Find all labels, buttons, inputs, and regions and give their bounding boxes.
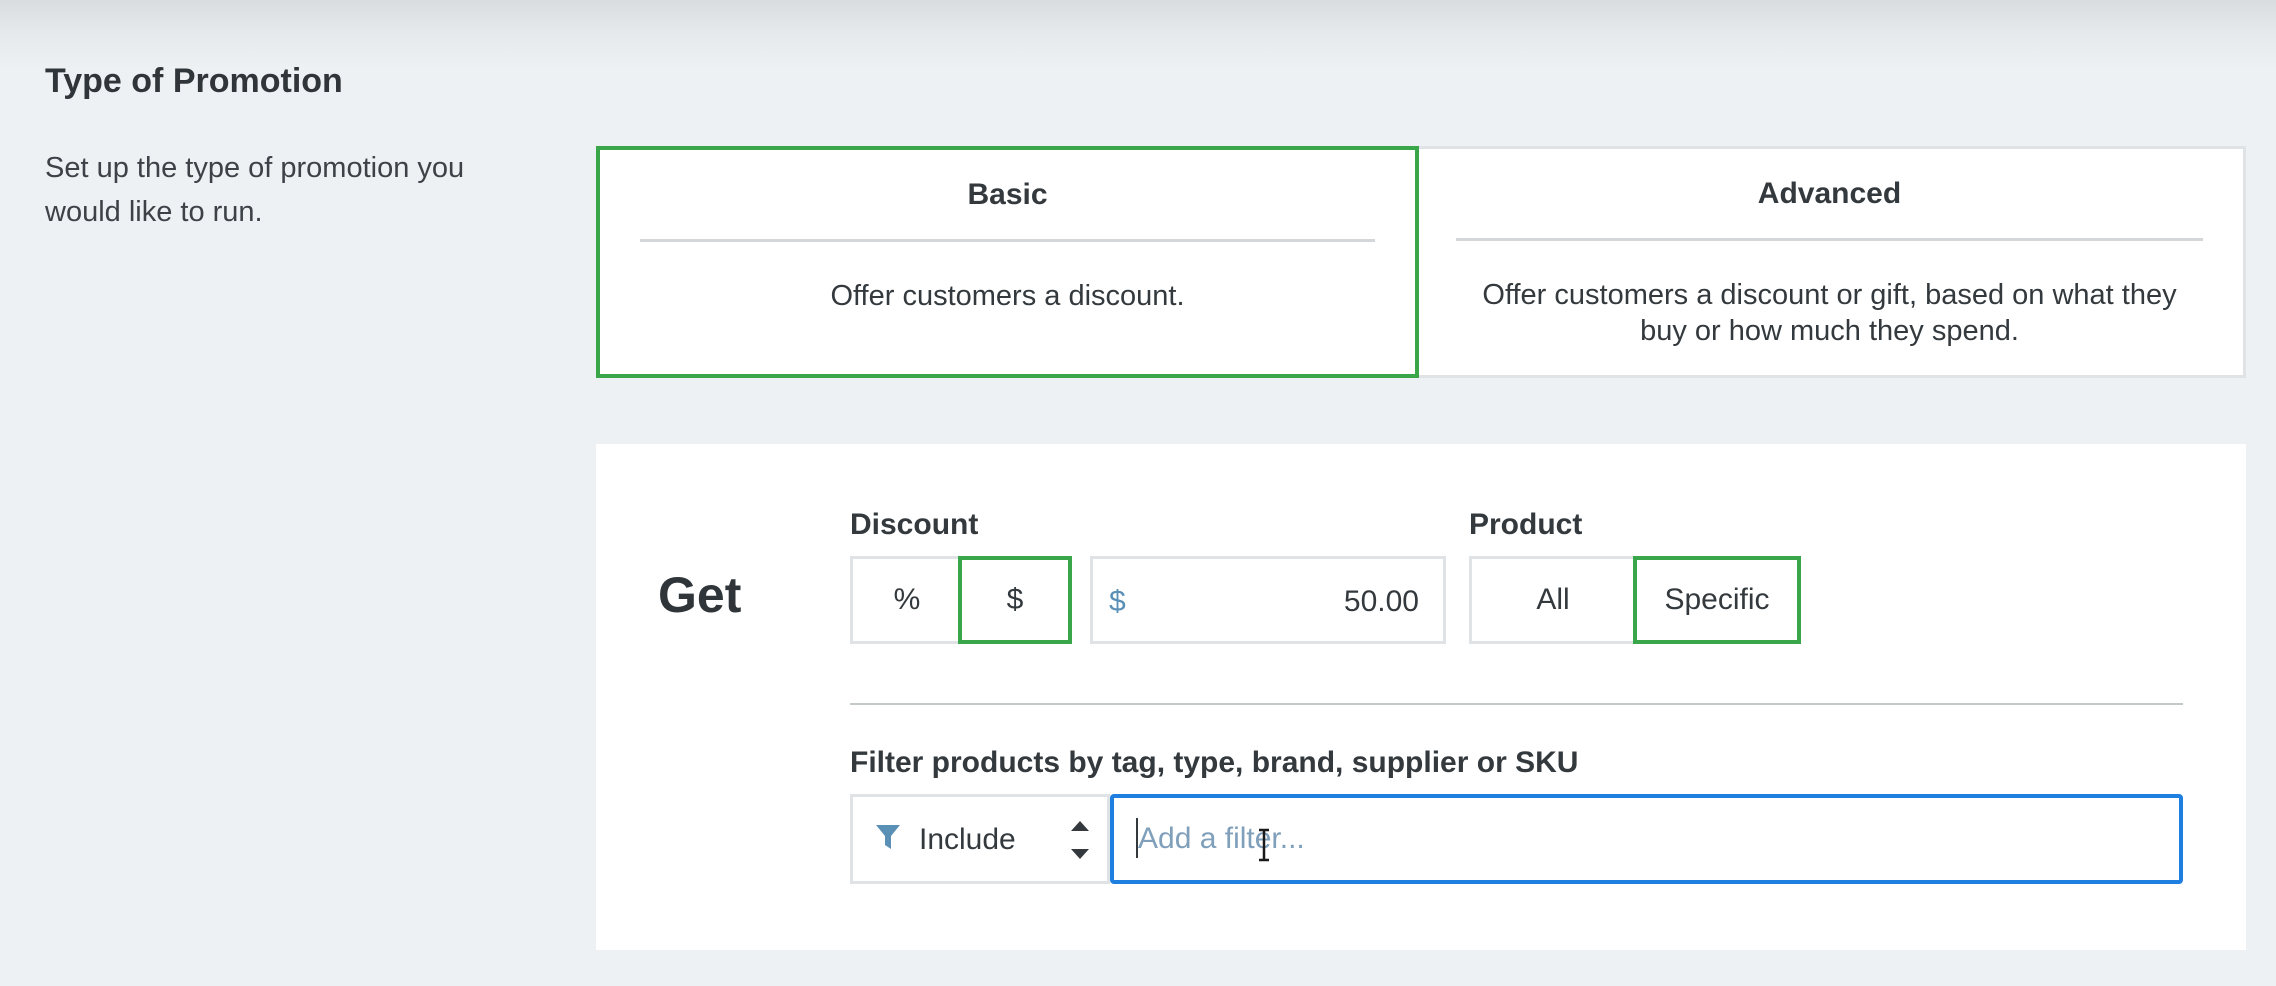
card-divider [1456,238,2203,241]
promotion-type-advanced-card[interactable]: Advanced Offer customers a discount or g… [1416,146,2246,378]
discount-amount-value: 50.00 [1343,585,1419,618]
promotion-type-advanced-description: Offer customers a discount or gift, base… [1482,279,2177,347]
product-specific-toggle[interactable]: Specific [1633,556,1801,644]
up-down-arrows-icon [1071,821,1089,859]
filter-products-label: Filter products by tag, type, brand, sup… [850,746,1579,779]
discount-amount-input[interactable]: $ 50.00 [1090,556,1446,644]
filter-mode-select[interactable]: Include [850,794,1110,884]
promotion-type-basic-description: Offer customers a discount. [830,280,1185,312]
currency-prefix: $ [1109,585,1126,618]
promotion-type-basic-card[interactable]: Basic Offer customers a discount. [596,146,1419,378]
top-shadow [0,0,2276,70]
discount-dollar-toggle[interactable]: $ [958,556,1072,644]
funnel-icon [876,825,900,849]
card-divider [640,239,1375,242]
product-all-toggle[interactable]: All [1469,556,1637,644]
get-panel: Get Discount % $ $ 50.00 Product All Spe… [596,444,2246,950]
section-title: Type of Promotion [45,62,343,100]
section-description: Set up the type of promotion you would l… [45,152,465,228]
filter-mode-value: Include [919,823,1016,856]
promotion-type-basic-title: Basic [967,178,1048,211]
discount-percent-toggle[interactable]: % [850,556,964,644]
discount-label: Discount [850,508,979,541]
get-heading: Get [658,567,742,623]
product-label: Product [1469,508,1583,541]
promotion-type-advanced-title: Advanced [1757,177,1902,210]
text-caret [1136,818,1138,858]
section-divider [850,703,2183,705]
text-cursor-icon [1259,828,1269,862]
